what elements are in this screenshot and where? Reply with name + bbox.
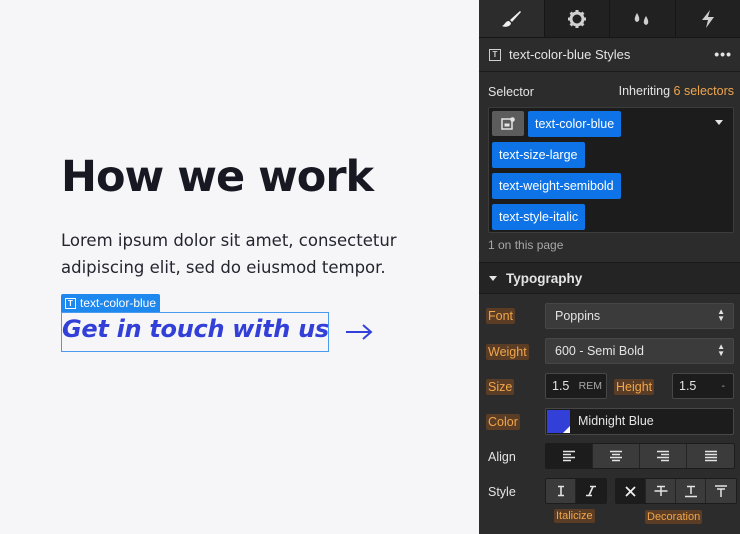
font-select[interactable]: Poppins ▲ ▼ [545, 303, 734, 329]
body-paragraph[interactable]: Lorem ipsum dolor sit amet, consectetur … [61, 227, 441, 281]
panel-tabs [479, 0, 740, 38]
color-value: Midnight Blue [578, 414, 654, 428]
more-options-icon[interactable]: ••• [714, 46, 732, 62]
line-height-input[interactable]: 1.5 - [672, 373, 734, 399]
font-label[interactable]: Font [486, 308, 516, 324]
text-element-icon: T [489, 48, 501, 61]
text-element-icon: T [65, 297, 76, 309]
typography-section-title: Typography [506, 270, 583, 286]
align-center-icon [610, 450, 622, 462]
weight-label[interactable]: Weight [486, 344, 529, 360]
gear-icon [567, 9, 586, 28]
tab-style[interactable] [479, 0, 545, 37]
weight-value: 600 - Semi Bold [555, 344, 644, 358]
strikethrough-button[interactable] [646, 479, 676, 503]
underline-icon [684, 485, 697, 497]
decoration-none-button[interactable] [616, 479, 646, 503]
tab-interactions[interactable] [610, 0, 676, 37]
line-height-unit[interactable]: - [722, 374, 726, 398]
color-swatch[interactable] [547, 410, 570, 433]
on-page-count: 1 on this page [488, 238, 564, 252]
select-arrows-icon: ▲ ▼ [717, 342, 725, 358]
font-value: Poppins [555, 309, 601, 323]
paintbrush-icon [502, 10, 522, 27]
drops-icon [635, 12, 649, 25]
chevron-down-icon[interactable] [715, 120, 723, 125]
decoration-buttons [615, 478, 737, 504]
design-canvas[interactable]: How we work Lorem ipsum dolor sit amet, … [0, 0, 479, 534]
align-justify-button[interactable] [687, 444, 734, 468]
element-state-icon [501, 117, 515, 130]
selector-chip[interactable]: text-style-italic [492, 204, 586, 230]
inheriting-info[interactable]: Inheriting 6 selectors [619, 84, 734, 98]
color-field[interactable]: Midnight Blue [545, 408, 734, 435]
italicize-caption: Italicize [554, 509, 595, 523]
selector-state-button[interactable] [492, 111, 524, 136]
align-right-button[interactable] [640, 444, 687, 468]
selected-element-class: text-color-blue [80, 296, 157, 310]
line-height-value: 1.5 [679, 379, 697, 393]
overline-icon [715, 484, 727, 497]
color-label[interactable]: Color [486, 414, 520, 430]
align-left-icon [563, 450, 575, 462]
tab-lightning[interactable] [676, 0, 740, 37]
overline-button[interactable] [706, 479, 736, 503]
align-center-button[interactable] [593, 444, 640, 468]
page-heading[interactable]: How we work [61, 152, 374, 202]
italic-style-button[interactable] [576, 479, 606, 503]
arrow-right-icon[interactable] [344, 320, 374, 344]
styles-title: text-color-blue Styles [509, 47, 631, 62]
inheriting-prefix: Inheriting [618, 84, 671, 98]
regular-i-icon [557, 485, 564, 497]
selector-chip[interactable]: text-size-large [492, 142, 585, 168]
selector-chip[interactable]: text-weight-semibold [492, 173, 621, 199]
italic-buttons [545, 478, 607, 504]
selector-field[interactable]: text-color-blue text-size-large text-wei… [488, 107, 734, 233]
style-panel: T text-color-blue Styles ••• Selector In… [479, 0, 740, 534]
regular-style-button[interactable] [546, 479, 576, 503]
align-left-button[interactable] [546, 444, 593, 468]
select-arrows-icon: ▲ ▼ [717, 307, 725, 323]
text-align-buttons [545, 443, 735, 469]
chevron-down-icon [489, 275, 497, 281]
font-size-unit[interactable]: REM [579, 374, 602, 398]
close-icon [625, 485, 636, 497]
font-size-value: 1.5 [552, 379, 570, 393]
line-height-label[interactable]: Height [614, 379, 655, 395]
decoration-caption: Decoration [645, 510, 703, 524]
lightning-icon [701, 9, 714, 28]
typography-section-header[interactable]: Typography [479, 262, 740, 294]
size-label[interactable]: Size [486, 379, 515, 395]
selector-chip[interactable]: text-color-blue [528, 111, 622, 137]
inheriting-count-link[interactable]: 6 selectors [674, 84, 734, 98]
strikethrough-icon [654, 485, 667, 496]
weight-select[interactable]: 600 - Semi Bold ▲ ▼ [545, 338, 734, 364]
align-justify-icon [704, 450, 717, 462]
style-label: Style [488, 485, 516, 499]
align-right-icon [657, 450, 669, 462]
tab-settings[interactable] [545, 0, 610, 37]
font-size-input[interactable]: 1.5 REM [545, 373, 607, 399]
styles-title-row: T text-color-blue Styles ••• [479, 38, 740, 72]
align-label: Align [488, 450, 516, 464]
italic-i-icon [586, 485, 596, 497]
underline-button[interactable] [676, 479, 706, 503]
cta-link-text[interactable]: Get in touch with us [62, 315, 329, 343]
selector-label: Selector [488, 85, 534, 99]
selected-element-badge: T text-color-blue [61, 294, 161, 312]
